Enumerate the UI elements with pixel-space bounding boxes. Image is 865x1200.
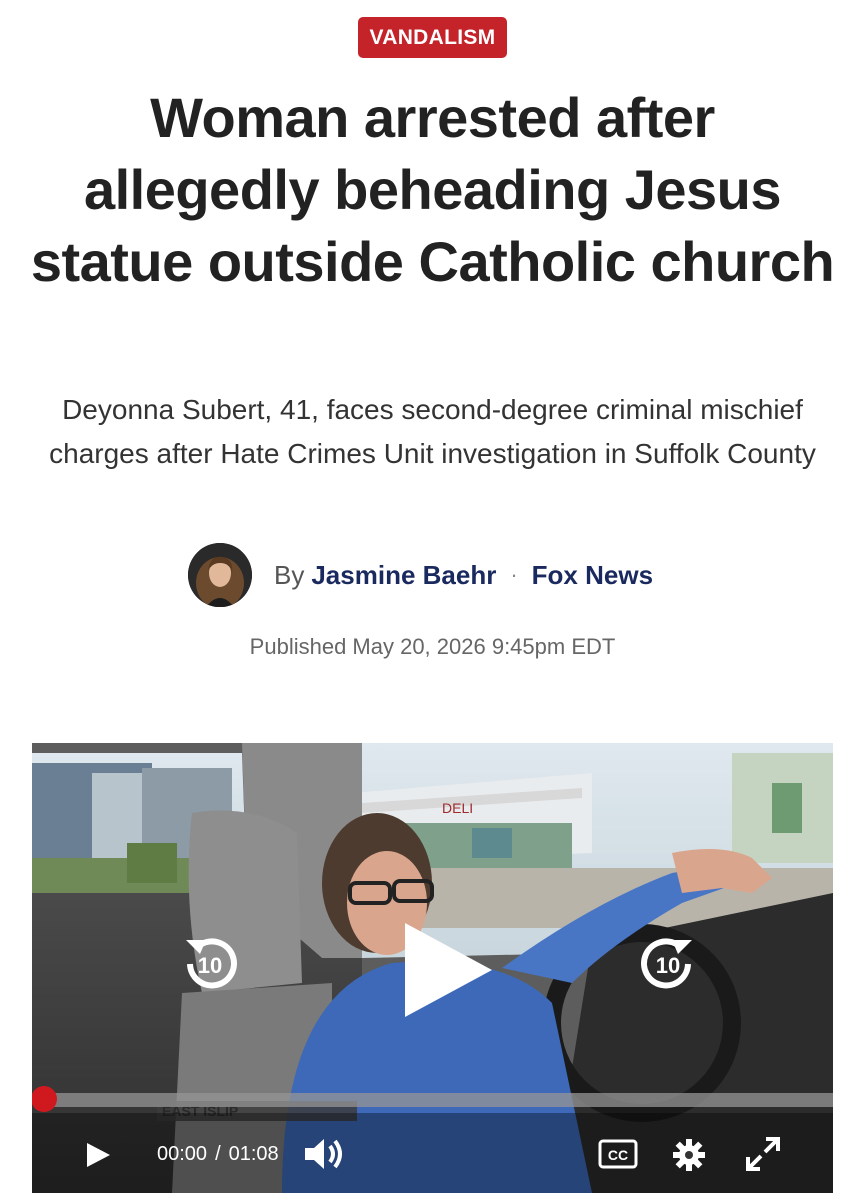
video-player[interactable]: DELI EAST ISLIP 10 10 00:00 / 01:08 CC [32,743,833,1193]
svg-text:10: 10 [656,953,680,978]
svg-text:CC: CC [608,1147,628,1163]
svg-text:10: 10 [198,953,222,978]
source-link[interactable]: Fox News [532,560,653,591]
byline: By Jasmine Baehr · Fox News [188,543,653,607]
article-subheadline: Deyonna Subert, 41, faces second-degree … [49,394,816,469]
rewind-10-icon[interactable]: 10 [176,930,244,998]
progress-scrubber[interactable] [32,1086,57,1112]
category-badge[interactable]: VANDALISM [357,17,508,58]
svg-text:DELI: DELI [442,800,473,816]
timecode: 00:00 / 01:08 [157,1143,279,1166]
play-button[interactable] [84,1141,112,1169]
duration: 01:08 [228,1143,279,1165]
author-avatar[interactable] [188,543,252,607]
author-link[interactable]: Jasmine Baehr [311,560,496,591]
play-icon[interactable] [397,918,497,1018]
time-separator: / [215,1143,221,1165]
fullscreen-icon[interactable] [744,1135,782,1173]
volume-icon[interactable] [303,1135,349,1173]
closed-captions-icon[interactable]: CC [598,1139,638,1169]
published-date: Published May 20, 2026 9:45pm EDT [249,634,616,659]
current-time: 00:00 [157,1143,208,1165]
forward-10-icon[interactable]: 10 [634,930,702,998]
gear-icon[interactable] [672,1138,706,1172]
progress-bar[interactable] [42,1093,833,1107]
byline-prefix: By [274,559,305,590]
byline-separator: · [510,562,518,587]
article-headline: Woman arrested after allegedly beheading… [30,86,835,293]
